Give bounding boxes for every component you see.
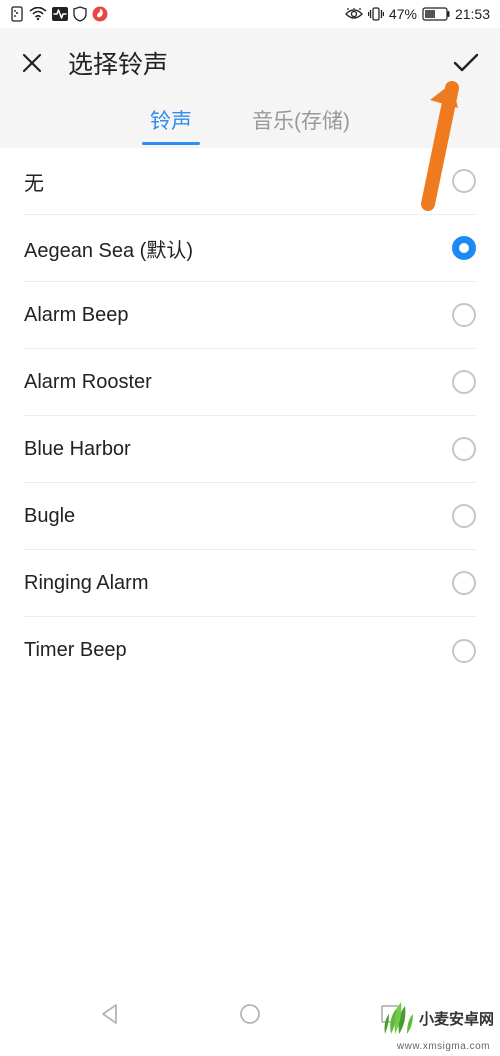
radio-button[interactable] [452,370,476,394]
header-area: 选择铃声 铃声 音乐(存储) [0,28,500,148]
radio-button[interactable] [452,504,476,528]
nav-home-button[interactable] [235,999,265,1029]
watermark-url: www.xmsigma.com [397,1041,490,1052]
clock-text: 21:53 [455,6,490,22]
confirm-button[interactable] [450,47,482,79]
tab-ringtone[interactable]: 铃声 [150,105,192,141]
ringtone-label: Ringing Alarm [24,572,452,595]
ringtone-row[interactable]: Ringing Alarm [24,550,476,617]
radio-button[interactable] [452,236,476,260]
vibrate-icon [368,6,384,22]
check-icon [451,51,481,75]
radio-button[interactable] [452,571,476,595]
radio-button[interactable] [452,639,476,663]
ringtone-row[interactable]: Timer Beep [24,617,476,684]
status-bar: 47% 21:53 [0,0,500,28]
ringtone-row[interactable]: Bugle [24,483,476,550]
radio-button[interactable] [452,303,476,327]
ringtone-label: Bugle [24,505,452,528]
triangle-back-icon [99,1003,121,1025]
wifi-icon [29,7,47,21]
ringtone-label: Timer Beep [24,639,452,662]
ringtone-row[interactable]: Alarm Rooster [24,349,476,416]
eye-comfort-icon [345,8,363,20]
battery-icon [422,7,450,21]
ringtone-label: Aegean Sea (默认) [24,234,452,263]
battery-pct-text: 47% [389,6,417,22]
watermark: 小麦安卓网 [379,1000,494,1036]
close-icon [20,51,44,75]
header: 选择铃声 [0,28,500,98]
page-title: 选择铃声 [68,45,168,81]
wheat-logo-icon [379,1000,415,1036]
ringtone-row[interactable]: Aegean Sea (默认) [24,215,476,282]
circle-home-icon [239,1003,261,1025]
ringtone-label: Alarm Rooster [24,371,452,394]
watermark-text: 小麦安卓网 [419,1008,494,1029]
ringtone-row[interactable]: 无 [24,148,476,215]
tabs: 铃声 音乐(存储) [0,98,500,148]
shield-icon [73,6,87,22]
music-app-icon [92,6,108,22]
tab-music[interactable]: 音乐(存储) [252,105,350,141]
ringtone-row[interactable]: Alarm Beep [24,282,476,349]
ringtone-list: 无 Aegean Sea (默认) Alarm Beep Alarm Rooster B… [0,148,500,684]
radio-button[interactable] [452,169,476,193]
ringtone-label: Alarm Beep [24,304,452,327]
sim-icon [10,6,24,22]
ringtone-row[interactable]: Blue Harbor [24,416,476,483]
status-right: 47% 21:53 [345,6,490,22]
activity-icon [52,7,68,21]
nav-back-button[interactable] [95,999,125,1029]
radio-button[interactable] [452,437,476,461]
status-left [10,6,108,22]
ringtone-label: 无 [24,167,452,196]
close-button[interactable] [18,49,46,77]
ringtone-label: Blue Harbor [24,438,452,461]
